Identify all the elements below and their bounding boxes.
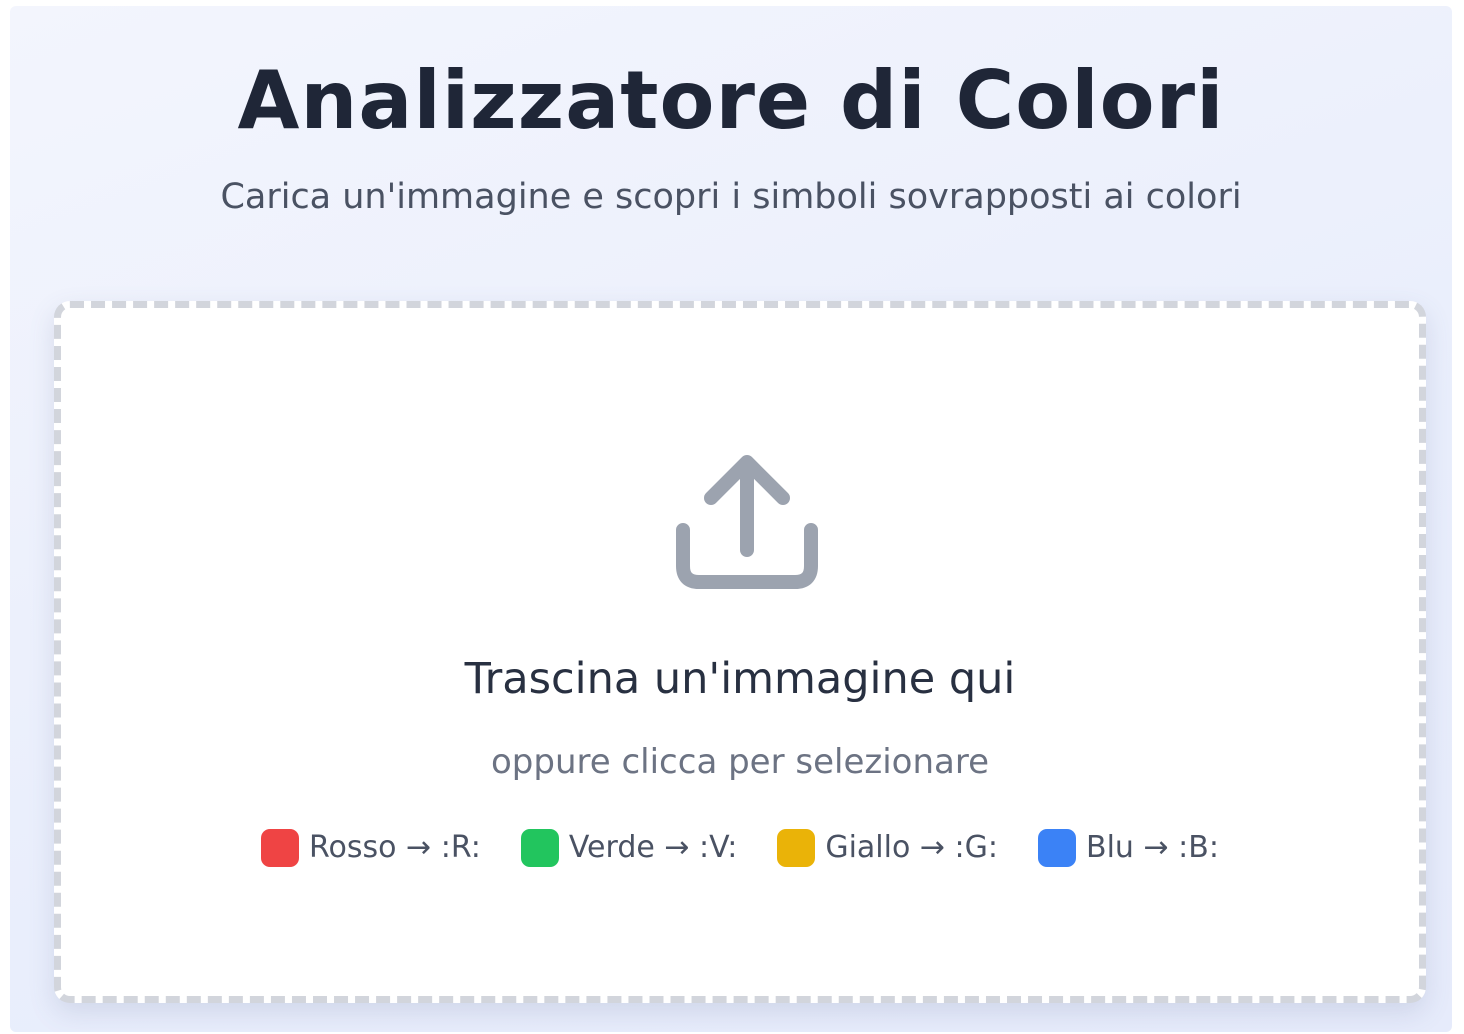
legend-label-yellow: Giallo → :G:: [825, 830, 998, 865]
legend-label-blue: Blu → :B:: [1086, 830, 1219, 865]
legend-item-red: Rosso → :R:: [261, 828, 481, 868]
green-swatch: [520, 829, 559, 867]
dropzone-hint: oppure clicca per selezionare: [491, 742, 989, 782]
legend-label-green: Verde → :V:: [568, 830, 738, 865]
yellow-swatch: [777, 829, 816, 867]
legend-label-red: Rosso → :R:: [309, 830, 481, 865]
blue-swatch: [1038, 829, 1076, 867]
legend-item-yellow: Giallo → :G:: [777, 828, 998, 868]
page-subtitle: Carica un'immagine e scopri i simboli so…: [220, 177, 1242, 217]
app-container: Analizzatore di Colori Carica un'immagin…: [10, 6, 1452, 1032]
image-dropzone[interactable]: Trascina un'immagine qui oppure clicca p…: [54, 301, 1426, 1003]
color-legend: Rosso → :R: Verde → :V: Giallo → :G: Blu…: [61, 828, 1419, 868]
legend-item-green: Verde → :V:: [520, 828, 738, 868]
red-swatch: [261, 829, 300, 867]
page-title: Analizzatore di Colori: [237, 54, 1225, 147]
dropzone-title: Trascina un'immagine qui: [464, 654, 1016, 704]
legend-item-blue: Blu → :B:: [1038, 828, 1219, 868]
upload-icon: [676, 455, 818, 589]
